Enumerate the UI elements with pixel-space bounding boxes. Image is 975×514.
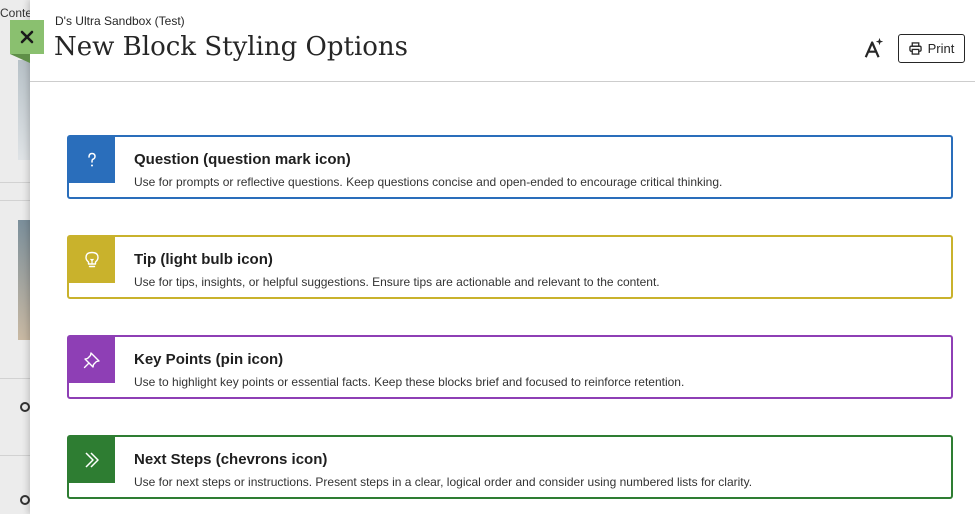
background-item-icon — [20, 495, 30, 505]
background-item-icon — [20, 402, 30, 412]
block-title: Next Steps (chevrons icon) — [134, 451, 328, 468]
print-button-label: Print — [927, 41, 955, 56]
key-points-block: Key Points (pin icon) Use to highlight k… — [67, 335, 953, 399]
background-page: Conter — [0, 0, 30, 514]
block-title: Tip (light bulb icon) — [134, 251, 273, 268]
pin-icon — [83, 352, 100, 369]
background-divider — [0, 200, 30, 201]
question-mark-icon — [88, 152, 96, 167]
block-title: Question (question mark icon) — [134, 151, 351, 168]
close-button[interactable] — [10, 20, 44, 54]
close-tab-fold — [10, 54, 30, 63]
block-title: Key Points (pin icon) — [134, 351, 284, 368]
background-divider — [0, 182, 30, 183]
ai-assist-button[interactable] — [862, 36, 886, 60]
tip-block: Tip (light bulb icon) Use for tips, insi… — [67, 235, 953, 299]
page-title: New Block Styling Options — [54, 32, 409, 62]
ai-assist-icon — [864, 37, 884, 58]
question-block: Question (question mark icon) Use for pr… — [67, 135, 953, 199]
background-image — [18, 220, 30, 340]
printer-icon — [908, 42, 922, 55]
document-panel: D's Ultra Sandbox (Test) New Block Styli… — [30, 0, 975, 514]
block-description: Use for tips, insights, or helpful sugge… — [134, 275, 660, 289]
light-bulb-icon — [85, 251, 99, 268]
background-divider — [0, 378, 30, 379]
block-description: Use for next steps or instructions. Pres… — [134, 475, 753, 489]
block-description: Use to highlight key points or essential… — [134, 375, 685, 389]
block-description: Use for prompts or reflective questions.… — [134, 175, 723, 189]
block-list: Question (question mark icon) Use for pr… — [67, 135, 953, 514]
panel-header: D's Ultra Sandbox (Test) New Block Styli… — [30, 0, 975, 82]
next-steps-block-icon-box — [69, 437, 115, 483]
next-steps-block: Next Steps (chevrons icon) Use for next … — [67, 435, 953, 499]
background-divider — [0, 455, 30, 456]
background-page-text: Conter — [0, 6, 30, 20]
question-block-icon-box — [69, 137, 115, 183]
course-name: D's Ultra Sandbox (Test) — [55, 14, 185, 28]
close-icon — [20, 30, 34, 44]
tip-block-icon-box — [69, 237, 115, 283]
print-button[interactable]: Print — [898, 34, 965, 63]
background-image — [18, 60, 30, 160]
chevrons-icon — [85, 452, 99, 468]
key-points-block-icon-box — [69, 337, 115, 383]
